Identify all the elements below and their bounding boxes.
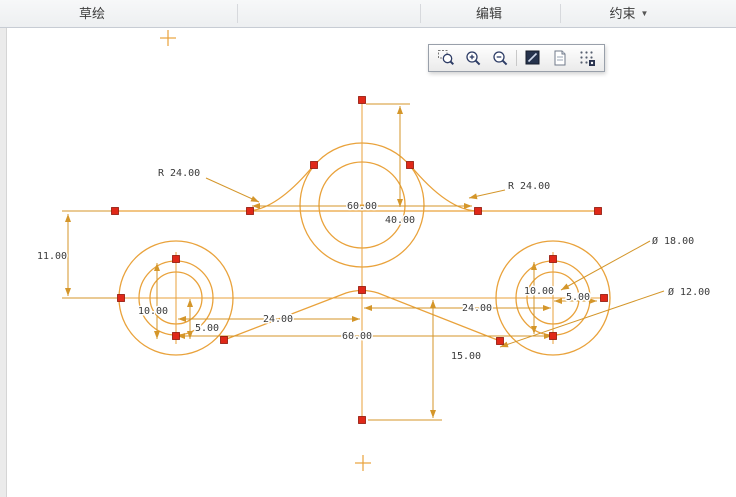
- tab-constraint[interactable]: 约束 ▼: [598, 0, 661, 27]
- vertex-handle[interactable]: [172, 332, 180, 340]
- tab-edit[interactable]: 编辑: [464, 0, 514, 27]
- vertex-handle[interactable]: [549, 255, 557, 263]
- canvas-left-edge: [0, 28, 7, 497]
- zoom-out-button[interactable]: [487, 47, 513, 69]
- menu-separator: [420, 4, 421, 23]
- zoom-in-icon: [466, 51, 481, 66]
- dim-bottom-15[interactable]: 15.00: [449, 350, 482, 364]
- view-toolbar: [428, 44, 605, 72]
- menu-separator: [237, 4, 238, 23]
- zoom-out-icon: [493, 51, 508, 66]
- dim-left-24[interactable]: 24.00: [261, 313, 294, 327]
- app-window: { "menu_bar": { "tabs": [ { "id": "sketc…: [0, 0, 736, 497]
- tab-constraint-label: 约束: [609, 6, 636, 21]
- centerlines[interactable]: [121, 100, 604, 420]
- vertex-handles[interactable]: [111, 96, 608, 424]
- right-fillet-arc[interactable]: [409, 164, 479, 212]
- refit-icon: [525, 50, 540, 65]
- leader-diameter-18[interactable]: [560, 240, 651, 291]
- vertex-handle[interactable]: [111, 207, 119, 215]
- toolbar-separator: [516, 50, 517, 66]
- dim-right-24[interactable]: 24.00: [460, 302, 493, 316]
- free-point-crosses: [160, 30, 371, 471]
- dim-right-5[interactable]: 5.00: [564, 291, 591, 305]
- dim-radius-left[interactable]: R 24.00: [157, 167, 202, 181]
- dimension-labels: R 24.00 R 24.00 60.00 40.00 11.00 10.00 …: [35, 167, 712, 364]
- tab-sketch-label: 草绘: [78, 6, 106, 21]
- vertex-handle[interactable]: [600, 294, 608, 302]
- zoom-window-icon: [438, 50, 455, 66]
- vertex-handle[interactable]: [172, 255, 180, 263]
- vertex-handle[interactable]: [117, 294, 125, 302]
- reference-point-cross: [355, 455, 371, 471]
- sheet-icon: [554, 50, 566, 66]
- vertex-handle[interactable]: [358, 286, 366, 294]
- reference-point-cross: [160, 30, 176, 46]
- zoom-window-button[interactable]: [433, 47, 459, 69]
- dim-center-height[interactable]: 40.00: [383, 214, 416, 228]
- menu-separator: [560, 4, 561, 23]
- vertex-handle[interactable]: [220, 336, 228, 344]
- dim-left-height[interactable]: 11.00: [35, 250, 68, 264]
- tab-edit-label: 编辑: [475, 6, 503, 21]
- menu-bar: 草绘 编辑 约束 ▼: [0, 0, 736, 28]
- vertex-handle[interactable]: [358, 96, 366, 104]
- vertex-handle[interactable]: [406, 161, 414, 169]
- tab-sketch[interactable]: 草绘: [67, 0, 117, 27]
- dim-radius-right[interactable]: R 24.00: [507, 180, 552, 194]
- left-fillet-arc[interactable]: [245, 164, 315, 212]
- sheet-button[interactable]: [547, 47, 573, 69]
- dim-left-10[interactable]: 10.00: [136, 305, 169, 319]
- dim-right-10[interactable]: 10.00: [522, 285, 555, 299]
- leader-radius-left[interactable]: [205, 177, 260, 203]
- vertex-handle[interactable]: [310, 161, 318, 169]
- zoom-in-button[interactable]: [460, 47, 486, 69]
- sketch-canvas[interactable]: R 24.00 R 24.00 60.00 40.00 11.00 10.00 …: [0, 0, 736, 497]
- vertex-handle[interactable]: [594, 207, 602, 215]
- dim-left-5[interactable]: 5.00: [193, 322, 220, 336]
- refit-button[interactable]: [520, 47, 546, 69]
- chevron-down-icon[interactable]: ▼: [641, 0, 649, 27]
- dim-diameter-18[interactable]: Ø 18.00: [651, 234, 696, 249]
- vertex-handle[interactable]: [246, 207, 254, 215]
- dim-bottom-60[interactable]: 60.00: [340, 330, 373, 344]
- vertex-handle[interactable]: [358, 416, 366, 424]
- dim-diameter-12[interactable]: Ø 12.00: [667, 285, 712, 300]
- grid-dots-icon: [580, 51, 595, 66]
- vertex-handle[interactable]: [496, 337, 504, 345]
- vertex-handle[interactable]: [474, 207, 482, 215]
- vertex-handle[interactable]: [549, 332, 557, 340]
- dim-top-width[interactable]: 60.00: [345, 200, 378, 214]
- dimension-lines[interactable]: [62, 103, 665, 421]
- leader-radius-right[interactable]: [468, 189, 506, 200]
- grid-dots-button[interactable]: [574, 47, 600, 69]
